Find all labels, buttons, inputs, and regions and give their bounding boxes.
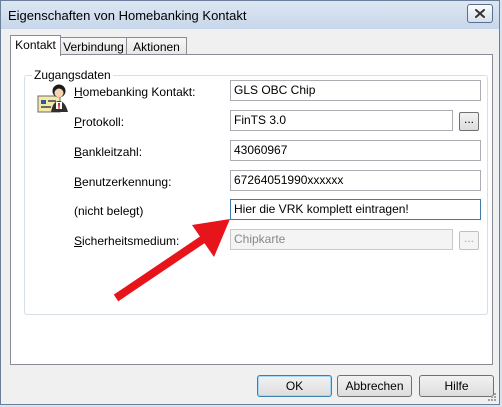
title-bar[interactable]: Eigenschaften von Homebanking Kontakt: [1, 1, 499, 29]
contact-card-icon: [37, 84, 68, 113]
kontakt-field[interactable]: GLS OBC Chip: [230, 80, 481, 101]
help-button[interactable]: Hilfe: [419, 375, 494, 397]
unbelegt-field[interactable]: Hier die VRK komplett eintragen!: [230, 199, 481, 220]
window-title: Eigenschaften von Homebanking Kontakt: [8, 8, 247, 23]
sicherheitsmedium-browse-button: ...: [459, 231, 479, 250]
tab-aktionen[interactable]: Aktionen: [126, 37, 187, 55]
close-icon: [475, 9, 485, 18]
sicherheitsmedium-label: Sicherheitsmedium:: [74, 234, 180, 248]
sicherheitsmedium-field: Chipkarte: [230, 229, 453, 250]
benutzerkennung-label: Benutzerkennung:: [74, 175, 172, 189]
properties-dialog: Eigenschaften von Homebanking Kontakt Ko…: [0, 0, 500, 405]
tab-kontakt[interactable]: Kontakt: [10, 35, 61, 56]
protokoll-browse-button[interactable]: ...: [459, 112, 479, 131]
blz-field[interactable]: 43060967: [230, 140, 481, 161]
benutzerkennung-field[interactable]: 67264051990xxxxxx: [230, 170, 481, 191]
unbelegt-label: (nicht belegt): [74, 204, 144, 218]
close-button[interactable]: [467, 4, 493, 23]
ok-button[interactable]: OK: [257, 375, 332, 397]
protokoll-label: Protokoll:: [74, 115, 125, 129]
cancel-button[interactable]: Abbrechen: [337, 375, 412, 397]
tab-verbindung[interactable]: Verbindung: [60, 37, 127, 55]
protokoll-field[interactable]: FinTS 3.0: [230, 110, 453, 131]
tab-panel-kontakt: Zugangsdaten Homebanking Kontakt: GLS OB…: [10, 54, 493, 365]
blz-label: Bankleitzahl:: [74, 145, 143, 159]
resize-grip-icon[interactable]: [486, 391, 497, 402]
group-label: Zugangsdaten: [32, 68, 113, 82]
kontakt-label: Homebanking Kontakt:: [74, 85, 196, 99]
